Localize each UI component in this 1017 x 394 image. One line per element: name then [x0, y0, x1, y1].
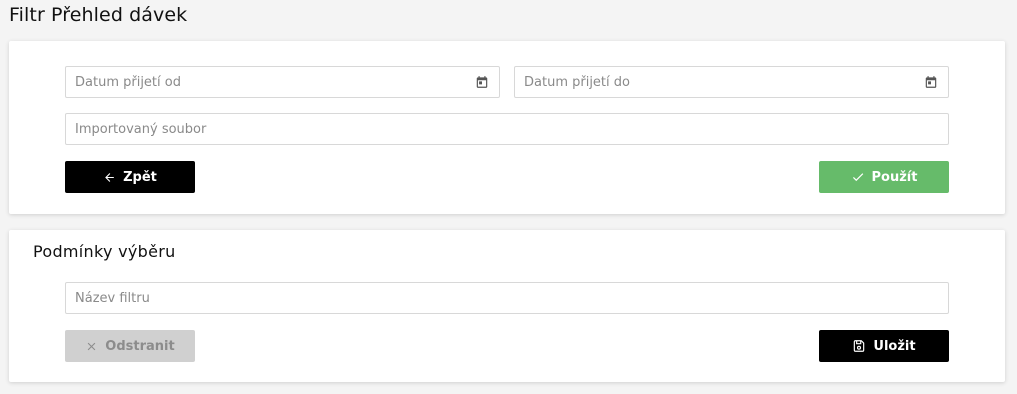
- date-from-field[interactable]: [65, 66, 500, 98]
- filter-name-input[interactable]: [75, 283, 939, 313]
- calendar-icon[interactable]: [474, 74, 490, 90]
- remove-button[interactable]: Odstranit: [65, 330, 195, 362]
- conditions-title: Podmínky výběru: [33, 242, 176, 261]
- back-button-label: Zpět: [123, 169, 157, 185]
- filter-name-field[interactable]: [65, 282, 949, 314]
- calendar-icon[interactable]: [923, 74, 939, 90]
- conditions-card: Podmínky výběru Odstranit Uložit: [9, 230, 1005, 382]
- date-from-input[interactable]: [75, 67, 474, 97]
- save-button[interactable]: Uložit: [819, 330, 949, 362]
- save-button-label: Uložit: [873, 338, 916, 354]
- imported-file-input[interactable]: [75, 114, 939, 144]
- save-icon: [852, 339, 866, 353]
- arrow-left-icon: [103, 171, 116, 184]
- check-icon: [851, 170, 865, 184]
- filter-card: Zpět Použít: [9, 41, 1005, 214]
- remove-button-label: Odstranit: [105, 338, 175, 354]
- date-to-field[interactable]: [514, 66, 949, 98]
- close-icon: [85, 340, 98, 353]
- apply-button[interactable]: Použít: [819, 161, 949, 193]
- page-title: Filtr Přehled dávek: [9, 4, 188, 26]
- back-button[interactable]: Zpět: [65, 161, 195, 193]
- date-to-input[interactable]: [524, 67, 923, 97]
- imported-file-field[interactable]: [65, 113, 949, 145]
- apply-button-label: Použít: [871, 169, 918, 185]
